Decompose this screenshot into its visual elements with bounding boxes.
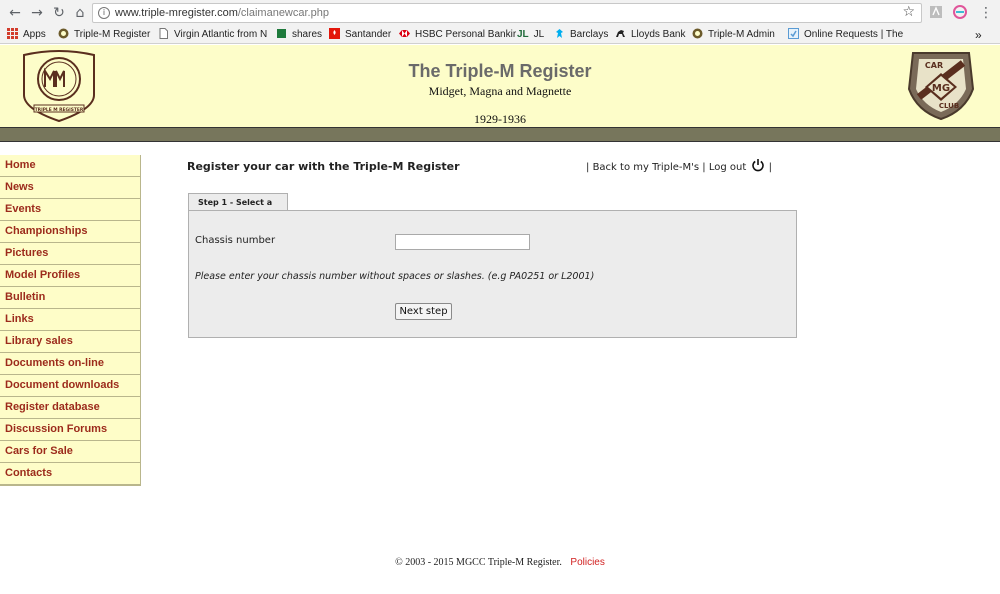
site-header: TRIPLE M REGISTER The Triple-M Register …: [0, 45, 1000, 127]
sidebar-item-register-database[interactable]: Register database: [0, 397, 140, 419]
logo-right-text-bottom: CLUB: [939, 102, 959, 110]
online-requests-icon: [788, 28, 799, 39]
link-separator: |: [768, 162, 772, 173]
barclays-eagle-icon: [556, 29, 563, 38]
site-years: 1929-1936: [474, 112, 526, 126]
url-text: www.triple-mregister.com/claimanewcar.ph…: [115, 6, 329, 20]
forward-arrow-icon[interactable]: →: [28, 4, 46, 22]
bookmark-label: HSBC Personal Bankir: [415, 29, 517, 40]
bookmark-label: Online Requests | The: [804, 29, 904, 40]
mg-car-club-logo[interactable]: CAR MG CLUB: [905, 49, 977, 121]
sidebar-item-events[interactable]: Events: [0, 199, 140, 221]
header-divider-bar: [0, 127, 1000, 142]
bookmark-label: Triple-M Register: [74, 29, 151, 40]
sidebar-item-links[interactable]: Links: [0, 309, 140, 331]
sidebar-item-championships[interactable]: Championships: [0, 221, 140, 243]
chassis-number-input[interactable]: [395, 234, 530, 250]
site-subtitle: Midget, Magna and Magnette: [428, 84, 572, 98]
menu-icon[interactable]: ⋮: [977, 4, 995, 22]
extension-e-icon[interactable]: [953, 5, 967, 19]
copyright-text: © 2003 - 2015 MGCC Triple-M Register.: [395, 557, 562, 568]
site-title: The Triple-M Register: [408, 61, 592, 81]
mg-badge-icon: [692, 28, 703, 39]
sidebar-item-home[interactable]: Home: [0, 155, 140, 177]
url-path: /claimanewcar.php: [237, 7, 329, 19]
bookmark-label: Virgin Atlantic from N: [174, 29, 268, 40]
bookmark-shares[interactable]: shares: [276, 28, 322, 42]
sidebar-item-library-sales[interactable]: Library sales: [0, 331, 140, 353]
lloyds-horse-icon: [616, 30, 625, 37]
sidebar-item-documents-online[interactable]: Documents on-line: [0, 353, 140, 375]
logo-right-text-mid: MG: [932, 83, 950, 94]
sidebar-item-document-downloads[interactable]: Document downloads: [0, 375, 140, 397]
jl-logo-icon: JL: [517, 29, 529, 40]
bookmarks-overflow[interactable]: »: [975, 28, 982, 42]
bookmark-jl[interactable]: JL JL: [517, 28, 544, 42]
step-panel: Chassis number Please enter your chassis…: [188, 210, 797, 338]
bookmark-label: Apps: [23, 29, 46, 40]
link-separator: |: [702, 162, 706, 173]
triple-m-register-logo[interactable]: TRIPLE M REGISTER: [20, 49, 98, 123]
bookmark-star-icon[interactable]: ☆: [902, 4, 915, 20]
sidebar-item-news[interactable]: News: [0, 177, 140, 199]
info-icon[interactable]: i: [98, 7, 110, 19]
shares-icon: [277, 29, 286, 38]
bookmark-online-requests[interactable]: Online Requests | The: [788, 28, 903, 42]
footer: © 2003 - 2015 MGCC Triple-M Register. Po…: [0, 557, 1000, 568]
bookmark-label: shares: [292, 29, 323, 40]
bookmark-apps[interactable]: Apps: [7, 28, 46, 42]
sidebar-item-model-profiles[interactable]: Model Profiles: [0, 265, 140, 287]
bookmark-lloyds[interactable]: Lloyds Bank: [615, 28, 685, 42]
sidebar-item-discussion-forums[interactable]: Discussion Forums: [0, 419, 140, 441]
bookmark-barclays[interactable]: Barclays: [554, 28, 608, 42]
santander-icon: [329, 28, 340, 39]
bookmark-triple-m-admin[interactable]: Triple-M Admin: [692, 28, 775, 42]
chassis-hint-text: Please enter your chassis number without…: [195, 271, 595, 282]
next-step-button[interactable]: Next step: [395, 303, 452, 320]
chassis-number-label: Chassis number: [195, 235, 276, 246]
hsbc-icon: [399, 30, 410, 37]
sidebar-item-pictures[interactable]: Pictures: [0, 243, 140, 265]
address-bar[interactable]: i www.triple-mregister.com/claimanewcar.…: [92, 3, 922, 23]
home-icon[interactable]: ⌂: [71, 4, 89, 22]
tab-step-1-select-car[interactable]: Step 1 - Select a car: [188, 193, 288, 224]
pdf-extension-icon[interactable]: [929, 5, 943, 19]
bookmark-santander[interactable]: Santander: [329, 28, 391, 42]
back-to-my-cars-link[interactable]: Back to my Triple-M's: [593, 162, 700, 173]
back-arrow-icon[interactable]: ←: [6, 4, 24, 22]
bookmark-label: Triple-M Admin: [708, 29, 775, 40]
sidebar-item-bulletin[interactable]: Bulletin: [0, 287, 140, 309]
browser-toolbar: ← → ↻ ⌂ i www.triple-mregister.com/claim…: [0, 0, 1000, 25]
sidebar-item-cars-for-sale[interactable]: Cars for Sale: [0, 441, 140, 463]
page-title: Register your car with the Triple-M Regi…: [187, 160, 460, 173]
sidebar-item-contacts[interactable]: Contacts: [0, 463, 140, 485]
mg-badge-icon: [58, 28, 69, 39]
power-icon[interactable]: [751, 158, 765, 172]
bookmarks-bar: Apps Triple-M Register Virgin Atlantic f…: [0, 25, 1000, 44]
bookmark-label: Lloyds Bank: [631, 29, 686, 40]
logo-left-text: TRIPLE M REGISTER: [35, 107, 84, 113]
account-links: | Back to my Triple-M's | Log out |: [586, 158, 772, 173]
bookmark-label: JL: [533, 29, 545, 40]
reload-icon[interactable]: ↻: [50, 4, 68, 22]
url-host: www.triple-mregister.com: [115, 7, 238, 19]
bookmark-label: Barclays: [570, 29, 609, 40]
logo-right-text-top: CAR: [925, 61, 943, 70]
apps-grid-icon: [7, 28, 18, 39]
logout-link[interactable]: Log out: [709, 162, 746, 173]
bookmark-triple-m-register[interactable]: Triple-M Register: [58, 28, 150, 42]
page-icon: [159, 28, 168, 39]
sidebar-nav: Home News Events Championships Pictures …: [0, 155, 141, 486]
link-separator: |: [586, 162, 590, 173]
bookmark-hsbc[interactable]: HSBC Personal Bankir: [399, 28, 516, 42]
policies-link[interactable]: Policies: [570, 557, 604, 568]
bookmark-label: Santander: [345, 29, 392, 40]
bookmark-virgin-atlantic[interactable]: Virgin Atlantic from N: [158, 28, 267, 42]
